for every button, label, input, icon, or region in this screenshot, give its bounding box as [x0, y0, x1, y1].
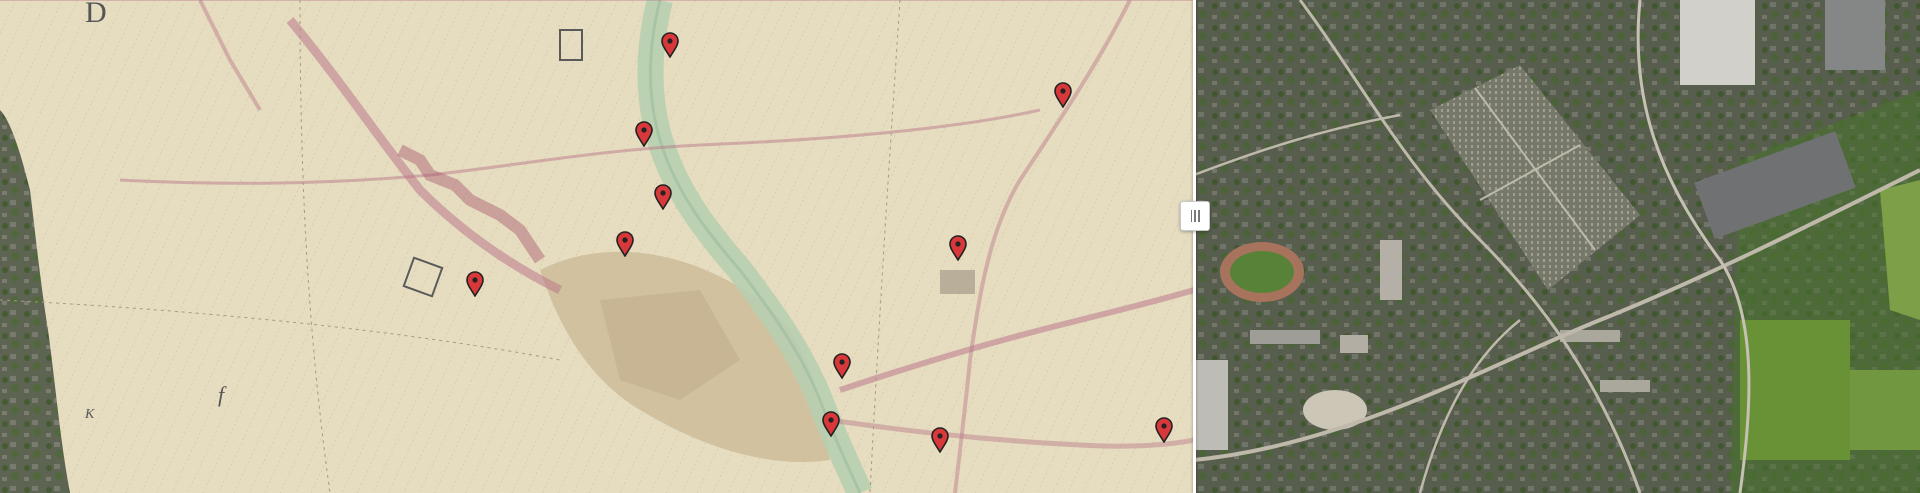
map-label-k: K [84, 407, 95, 422]
marker-7[interactable] [466, 271, 484, 297]
marker-10[interactable] [931, 427, 949, 453]
marker-6[interactable] [949, 235, 967, 261]
marker-3[interactable] [635, 121, 653, 147]
map-label-d: D [85, 0, 107, 29]
map-viewport[interactable]: D K f [0, 0, 1920, 493]
grip-icon [1190, 210, 1200, 222]
satellite-layer [1194, 0, 1920, 493]
marker-11[interactable] [1155, 417, 1173, 443]
marker-2[interactable] [1054, 82, 1072, 108]
marker-5[interactable] [616, 231, 634, 257]
swipe-handle[interactable] [1180, 201, 1210, 231]
marker-9[interactable] [822, 411, 840, 437]
marker-4[interactable] [654, 184, 672, 210]
marker-8[interactable] [833, 353, 851, 379]
marker-1[interactable] [661, 32, 679, 58]
swipe-divider[interactable] [1193, 0, 1196, 493]
historical-map-layer: D K f [0, 0, 1194, 493]
